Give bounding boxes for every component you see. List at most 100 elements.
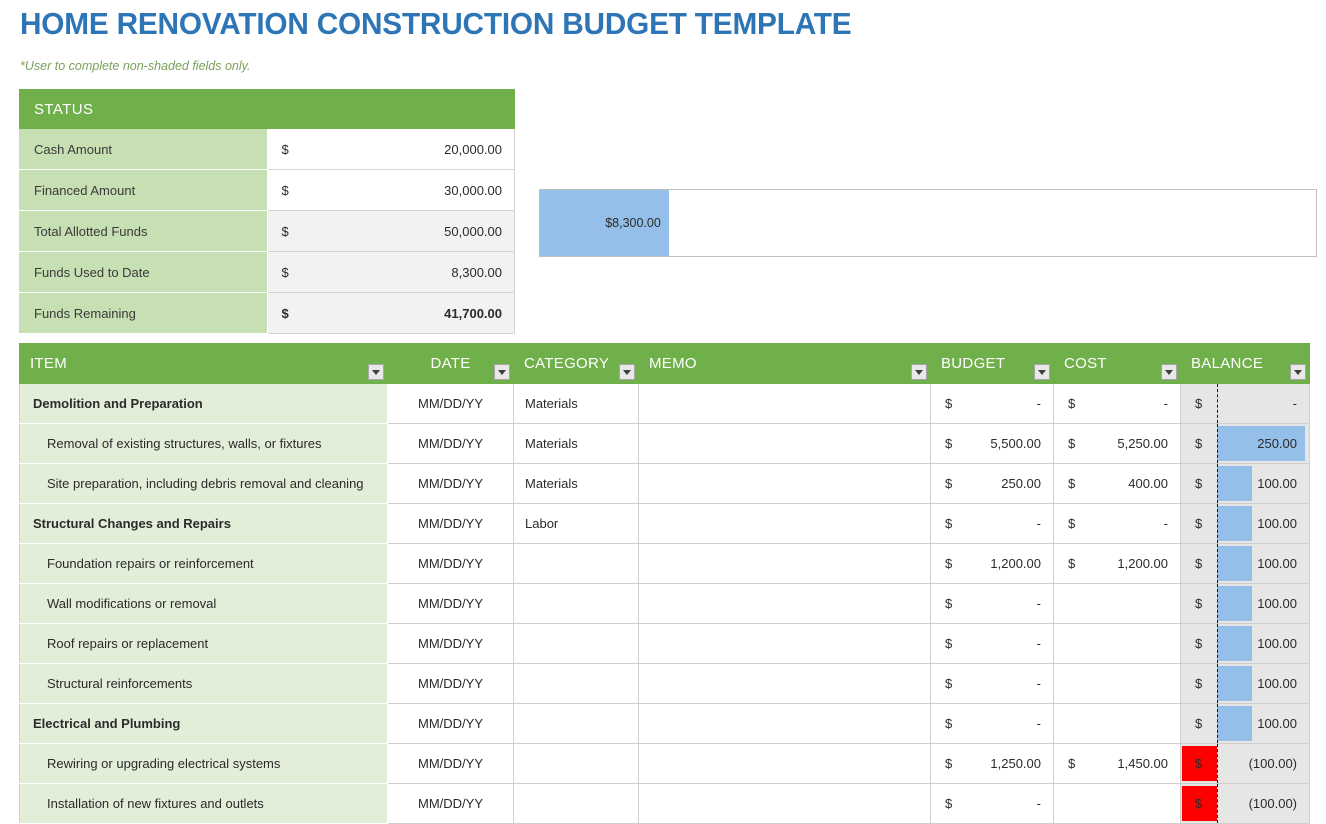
cell-memo[interactable] — [639, 784, 931, 824]
cell-memo[interactable] — [639, 584, 931, 624]
cell-memo[interactable] — [639, 704, 931, 744]
cell-item[interactable]: Site preparation, including debris remov… — [20, 464, 388, 504]
cell-item[interactable]: Structural Changes and Repairs — [20, 504, 388, 544]
cell-date[interactable]: MM/DD/YY — [388, 584, 514, 624]
cell-cost[interactable]: $400.00 — [1054, 464, 1181, 504]
cell-balance[interactable]: $100.00 — [1181, 584, 1310, 624]
currency-symbol: $ — [282, 183, 289, 198]
column-header-label: DATE — [430, 355, 470, 372]
cell-item[interactable]: Electrical and Plumbing — [20, 704, 388, 744]
cell-budget[interactable]: $250.00 — [931, 464, 1054, 504]
cell-budget[interactable]: $5,500.00 — [931, 424, 1054, 464]
filter-dropdown-icon[interactable] — [911, 364, 927, 380]
cell-cost[interactable]: $1,200.00 — [1054, 544, 1181, 584]
cell-budget-value: - — [1037, 676, 1041, 691]
cell-balance[interactable]: $100.00 — [1181, 664, 1310, 704]
cell-category[interactable] — [514, 544, 639, 584]
cell-category[interactable]: Materials — [514, 424, 639, 464]
currency-symbol: $ — [1068, 396, 1075, 411]
filter-dropdown-icon[interactable] — [1290, 364, 1306, 380]
cell-date[interactable]: MM/DD/YY — [388, 744, 514, 784]
cell-cost[interactable] — [1054, 584, 1181, 624]
cell-item[interactable]: Demolition and Preparation — [20, 384, 388, 424]
cell-category[interactable]: Materials — [514, 384, 639, 424]
cell-budget[interactable]: $- — [931, 584, 1054, 624]
cell-balance[interactable]: $250.00 — [1181, 424, 1310, 464]
cell-date[interactable]: MM/DD/YY — [388, 624, 514, 664]
status-row-value-cell[interactable]: $20,000.00 — [267, 129, 515, 170]
status-row-value-cell[interactable]: $30,000.00 — [267, 170, 515, 211]
cell-category[interactable]: Materials — [514, 464, 639, 504]
cell-budget[interactable]: $- — [931, 664, 1054, 704]
cell-item[interactable]: Roof repairs or replacement — [20, 624, 388, 664]
status-row-value-cell[interactable]: $41,700.00 — [267, 293, 515, 334]
cell-balance-value: (100.00) — [1249, 756, 1297, 771]
cell-category[interactable] — [514, 624, 639, 664]
cell-budget[interactable]: $1,250.00 — [931, 744, 1054, 784]
cell-date[interactable]: MM/DD/YY — [388, 384, 514, 424]
cell-cost-value: 1,200.00 — [1117, 556, 1168, 571]
cell-date[interactable]: MM/DD/YY — [388, 504, 514, 544]
cell-category[interactable] — [514, 704, 639, 744]
cell-balance-value: 100.00 — [1257, 676, 1297, 691]
cell-item[interactable]: Structural reinforcements — [20, 664, 388, 704]
column-header-label: BALANCE — [1191, 355, 1263, 372]
cell-memo[interactable] — [639, 664, 931, 704]
cell-cost[interactable] — [1054, 624, 1181, 664]
cell-balance[interactable]: $(100.00) — [1181, 784, 1310, 824]
cell-item[interactable]: Installation of new fixtures and outlets — [20, 784, 388, 824]
cell-memo[interactable] — [639, 424, 931, 464]
cell-category[interactable] — [514, 784, 639, 824]
cell-cost[interactable]: $1,450.00 — [1054, 744, 1181, 784]
cell-budget[interactable]: $- — [931, 784, 1054, 824]
status-row-value-cell[interactable]: $50,000.00 — [267, 211, 515, 252]
cell-budget[interactable]: $- — [931, 624, 1054, 664]
filter-dropdown-icon[interactable] — [494, 364, 510, 380]
balance-text: $250.00 — [1181, 436, 1309, 451]
cell-date[interactable]: MM/DD/YY — [388, 464, 514, 504]
cell-memo[interactable] — [639, 464, 931, 504]
cell-cost[interactable] — [1054, 784, 1181, 824]
cell-cost[interactable]: $- — [1054, 504, 1181, 544]
cell-cost[interactable] — [1054, 704, 1181, 744]
cell-category[interactable] — [514, 664, 639, 704]
cell-balance[interactable]: $100.00 — [1181, 544, 1310, 584]
cell-balance[interactable]: $100.00 — [1181, 624, 1310, 664]
cell-category[interactable] — [514, 584, 639, 624]
cell-item[interactable]: Foundation repairs or reinforcement — [20, 544, 388, 584]
cell-category[interactable] — [514, 744, 639, 784]
cell-date[interactable]: MM/DD/YY — [388, 664, 514, 704]
cell-cost[interactable]: $5,250.00 — [1054, 424, 1181, 464]
cell-budget[interactable]: $- — [931, 504, 1054, 544]
cell-budget[interactable]: $1,200.00 — [931, 544, 1054, 584]
status-row-value-cell[interactable]: $8,300.00 — [267, 252, 515, 293]
currency-symbol: $ — [945, 556, 952, 571]
cell-balance[interactable]: $100.00 — [1181, 504, 1310, 544]
cell-date[interactable]: MM/DD/YY — [388, 704, 514, 744]
filter-dropdown-icon[interactable] — [1161, 364, 1177, 380]
cell-budget[interactable]: $- — [931, 384, 1054, 424]
filter-dropdown-icon[interactable] — [619, 364, 635, 380]
cell-cost[interactable] — [1054, 664, 1181, 704]
cell-memo[interactable] — [639, 384, 931, 424]
cell-budget[interactable]: $- — [931, 704, 1054, 744]
cell-category[interactable]: Labor — [514, 504, 639, 544]
cell-item[interactable]: Removal of existing structures, walls, o… — [20, 424, 388, 464]
cell-memo[interactable] — [639, 504, 931, 544]
cell-memo[interactable] — [639, 624, 931, 664]
cell-balance[interactable]: $100.00 — [1181, 704, 1310, 744]
cell-item[interactable]: Wall modifications or removal — [20, 584, 388, 624]
cell-memo[interactable] — [639, 744, 931, 784]
filter-dropdown-icon[interactable] — [368, 364, 384, 380]
cell-date[interactable]: MM/DD/YY — [388, 544, 514, 584]
balance-cell-inner: $250.00 — [1181, 424, 1309, 463]
cell-date[interactable]: MM/DD/YY — [388, 784, 514, 824]
filter-dropdown-icon[interactable] — [1034, 364, 1050, 380]
cell-balance[interactable]: $100.00 — [1181, 464, 1310, 504]
cell-balance[interactable]: $- — [1181, 384, 1310, 424]
cell-balance[interactable]: $(100.00) — [1181, 744, 1310, 784]
cell-memo[interactable] — [639, 544, 931, 584]
cell-item[interactable]: Rewiring or upgrading electrical systems — [20, 744, 388, 784]
cell-date[interactable]: MM/DD/YY — [388, 424, 514, 464]
cell-cost[interactable]: $- — [1054, 384, 1181, 424]
